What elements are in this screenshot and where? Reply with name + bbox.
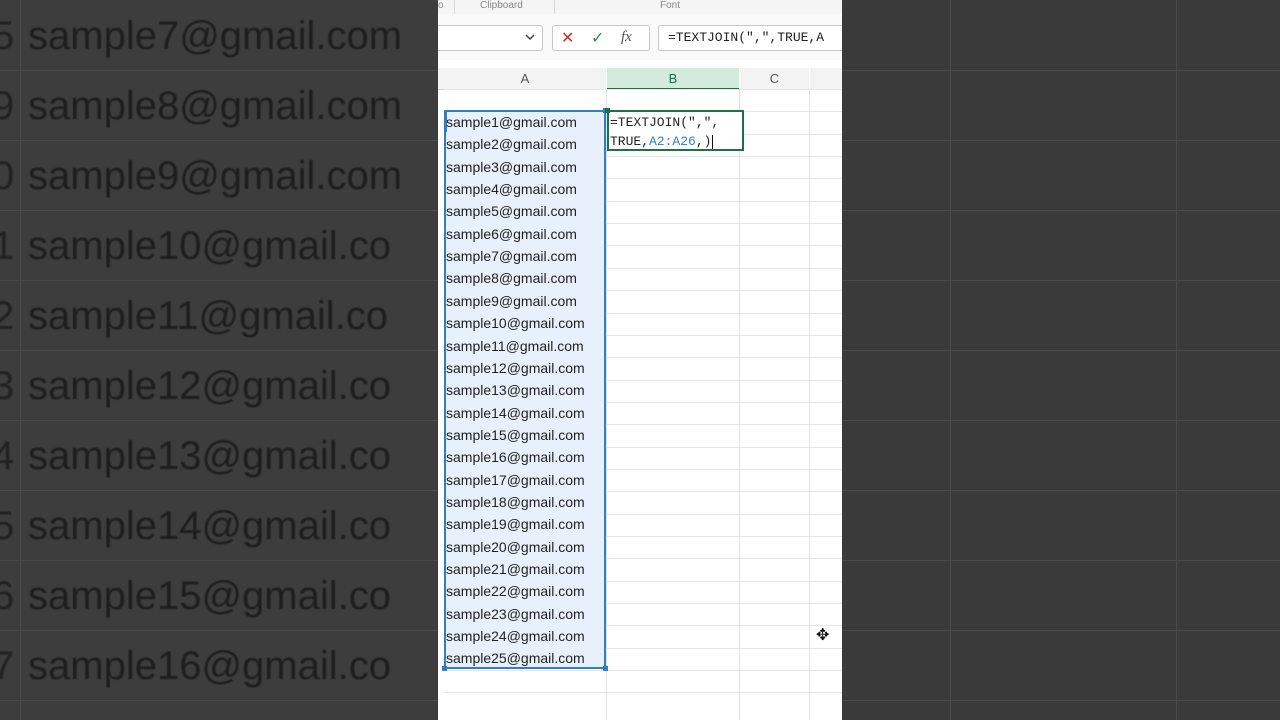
bg-row: 9 sample8@gmail.com (0, 84, 403, 128)
row-gridline (444, 670, 842, 671)
cell-a25[interactable]: sample24@gmail.com (446, 628, 585, 644)
cell-a13[interactable]: sample12@gmail.com (446, 360, 585, 376)
cell-a15[interactable]: sample14@gmail.com (446, 405, 585, 421)
excel-window: o Clipboard Font ✕ ✓ fx =TEXTJOIN(",",TR… (438, 0, 842, 720)
bg-row: 7 sample16@gmail.co (0, 644, 391, 688)
cell-a23[interactable]: sample22@gmail.com (446, 583, 585, 599)
row-gridline (444, 692, 842, 693)
cell-a19[interactable]: sample18@gmail.com (446, 494, 585, 510)
cell-a26[interactable]: sample25@gmail.com (446, 650, 585, 666)
edit-line-2: TRUE,A2:A26,) (610, 134, 714, 149)
enter-icon[interactable]: ✓ (591, 28, 604, 48)
cell-a21[interactable]: sample20@gmail.com (446, 539, 585, 555)
column-header-d[interactable] (810, 68, 842, 90)
bg-row: 6 sample15@gmail.co (0, 574, 391, 618)
cell-a20[interactable]: sample19@gmail.com (446, 516, 585, 532)
text-caret (712, 134, 714, 149)
ribbon-group-labels: o Clipboard Font (438, 0, 842, 15)
cell-a2[interactable]: sample1@gmail.com (446, 114, 577, 130)
bg-row: 2 sample11@gmail.co (0, 294, 389, 338)
chevron-down-icon[interactable] (524, 30, 536, 47)
formula-bar: ✕ ✓ fx =TEXTJOIN(",",TRUE,A (438, 14, 842, 60)
bg-row: 0 sample9@gmail.com (0, 154, 403, 198)
active-cell-b2[interactable]: =TEXTJOIN(",", TRUE,A2:A26,) (607, 110, 744, 151)
cell-a10[interactable]: sample9@gmail.com (446, 293, 577, 309)
bg-row: 3 sample12@gmail.co (0, 364, 391, 408)
cell-a17[interactable]: sample16@gmail.com (446, 449, 585, 465)
move-cursor-icon: ✥ (816, 627, 830, 644)
background-right (842, 0, 1280, 720)
edit-line-1: =TEXTJOIN(",", (610, 115, 720, 130)
ribbon-group-partial: o (438, 0, 444, 11)
column-header-b[interactable]: B (607, 68, 739, 90)
cell-a7[interactable]: sample6@gmail.com (446, 226, 577, 242)
formula-input[interactable]: =TEXTJOIN(",",TRUE,A (658, 25, 842, 51)
cell-a18[interactable]: sample17@gmail.com (446, 472, 585, 488)
cell-a9[interactable]: sample8@gmail.com (446, 270, 577, 286)
range-reference: A2:A26 (649, 134, 696, 149)
cell-a4[interactable]: sample3@gmail.com (446, 159, 577, 175)
background-left: 5 sample7@gmail.com 9 sample8@gmail.com 0s… (0, 0, 440, 720)
cell-a16[interactable]: sample15@gmail.com (446, 427, 585, 443)
column-header-c[interactable]: C (740, 68, 809, 90)
bg-row: 5 sample14@gmail.co (0, 504, 391, 548)
cell-a5[interactable]: sample4@gmail.com (446, 181, 577, 197)
cancel-icon[interactable]: ✕ (561, 28, 574, 48)
cell-a6[interactable]: sample5@gmail.com (446, 203, 577, 219)
range-handle[interactable] (442, 666, 447, 671)
formula-buttons: ✕ ✓ fx (552, 25, 650, 51)
row-gridline (444, 89, 842, 90)
bg-row: 1 sample10@gmail.co (0, 224, 391, 268)
fx-icon[interactable]: fx (621, 29, 632, 46)
cell-a22[interactable]: sample21@gmail.com (446, 561, 585, 577)
column-header-a[interactable]: A (444, 68, 606, 90)
cell-a12[interactable]: sample11@gmail.com (446, 338, 584, 354)
cell-a8[interactable]: sample7@gmail.com (446, 248, 577, 264)
active-cell-handle[interactable] (605, 108, 610, 113)
cell-a24[interactable]: sample23@gmail.com (446, 606, 585, 622)
ribbon-group-font: Font (660, 0, 681, 11)
formula-text: =TEXTJOIN(",",TRUE,A (668, 30, 825, 45)
cell-a3[interactable]: sample2@gmail.com (446, 136, 577, 152)
range-handle[interactable] (603, 666, 608, 671)
ribbon-group-clipboard: Clipboard (480, 0, 523, 11)
cell-a11[interactable]: sample10@gmail.com (446, 315, 585, 331)
bg-row: 4 sample13@gmail.co (0, 434, 391, 478)
cell-a14[interactable]: sample13@gmail.com (446, 382, 585, 398)
name-box[interactable] (438, 25, 543, 51)
bg-row: 5 sample7@gmail.com (0, 14, 403, 58)
